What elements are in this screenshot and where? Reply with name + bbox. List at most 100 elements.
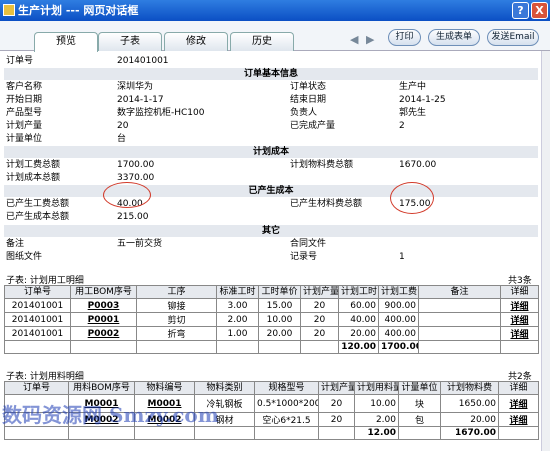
next-arrow-icon[interactable]: ▶ <box>366 33 374 46</box>
cell-plan-qty: 20 <box>300 326 339 341</box>
scrollbar[interactable] <box>541 51 550 451</box>
field-label: 已产生材料费总额 <box>290 199 363 209</box>
cell-note <box>418 298 501 313</box>
cell-plan-cost: 900.00 <box>378 298 419 313</box>
field-value: 2014-1-17 <box>117 95 164 105</box>
field-value: 20 <box>117 121 129 131</box>
cell-process: 铆接 <box>136 298 217 313</box>
info-row: 备注 五一前交货 合同文件 <box>4 238 538 250</box>
field-label: 客户名称 <box>6 82 43 92</box>
send-email-button[interactable]: 发送Email <box>487 29 539 46</box>
field-value: 1670.00 <box>399 160 437 170</box>
field-value: 1 <box>399 252 405 262</box>
print-button[interactable]: 打印 <box>388 29 421 46</box>
cell-plan-hours: 40.00 <box>338 312 379 327</box>
cell-process: 剪切 <box>136 312 217 327</box>
column-header: 计划物料费 <box>440 381 499 395</box>
cell-unit-price: 10.00 <box>258 312 301 327</box>
column-header: 用工BOM序号 <box>70 285 137 299</box>
field-label: 图纸文件 <box>6 252 43 262</box>
section-basic-info: 订单基本信息 <box>4 68 538 80</box>
empty-cell <box>418 340 501 354</box>
generate-form-button[interactable]: 生成表单 <box>428 29 480 46</box>
cell-bom-link[interactable]: P0003 <box>70 298 137 313</box>
column-header: 工序 <box>136 285 217 299</box>
total-hours: 120.00 <box>338 340 379 354</box>
table-row: 201401001 P0001 剪切 2.00 10.00 20 40.00 4… <box>4 312 539 327</box>
cell-std-hours: 2.00 <box>216 312 259 327</box>
info-row: 已产生工费总额 40.00 已产生材料费总额 175.00 <box>4 198 538 210</box>
watermark: 数码资源网 Smzy.com <box>2 403 219 427</box>
cell-material-qty: 2.00 <box>354 412 399 427</box>
column-header: 用料BOM序号 <box>68 381 135 395</box>
info-row: 计划成本总额 3370.00 <box>4 172 538 184</box>
column-header: 订单号 <box>4 285 71 299</box>
tab-edit[interactable]: 修改 <box>164 32 228 51</box>
cell-unit-price: 15.00 <box>258 298 301 313</box>
column-header: 备注 <box>418 285 501 299</box>
cell-bom-link[interactable]: P0002 <box>70 326 137 341</box>
empty-cell <box>70 340 137 354</box>
cell-plan-qty: 20 <box>318 394 355 413</box>
table-header-row: 订单号 用工BOM序号 工序 标准工时 工时单价 计划产量 计划工时 计划工费 … <box>4 285 539 299</box>
cell-plan-qty: 20 <box>300 312 339 327</box>
detail-link[interactable]: 详细 <box>500 298 539 313</box>
info-row: 计划产量 20 已完成产量 2 <box>4 120 538 132</box>
column-header: 计划用料量 <box>354 381 399 395</box>
detail-link[interactable]: 详细 <box>500 326 539 341</box>
cell-order-no: 201401001 <box>4 312 71 327</box>
cell-bom-link[interactable]: P0001 <box>70 312 137 327</box>
empty-cell <box>500 340 539 354</box>
detail-link[interactable]: 详细 <box>500 312 539 327</box>
tab-subtable[interactable]: 子表 <box>98 32 162 51</box>
column-header: 规格型号 <box>254 381 319 395</box>
content-area: 订单号 201401001 订单基本信息 客户名称 深圳华为 订单状态 生产中 … <box>0 51 550 451</box>
cell-plan-qty: 20 <box>318 412 355 427</box>
help-button[interactable]: ? <box>512 2 529 19</box>
column-header: 物料类别 <box>194 381 255 395</box>
detail-link[interactable]: 详细 <box>498 394 539 413</box>
close-button[interactable]: X <box>531 2 548 19</box>
field-label: 计划产量 <box>6 121 43 131</box>
cell-plan-cost: 400.00 <box>378 326 419 341</box>
field-value: 生产中 <box>399 82 427 92</box>
empty-cell <box>68 426 135 440</box>
field-label: 开始日期 <box>6 95 43 105</box>
cell-spec: 空心6*21.5 <box>254 412 319 427</box>
detail-link[interactable]: 详细 <box>498 412 539 427</box>
field-label: 负责人 <box>290 108 318 118</box>
empty-cell <box>194 426 255 440</box>
cell-material-cost: 1650.00 <box>440 394 499 413</box>
info-row: 计划工费总额 1700.00 计划物料费总额 1670.00 <box>4 159 538 171</box>
cell-note <box>418 312 501 327</box>
field-label: 合同文件 <box>290 239 327 249</box>
info-row: 计量单位 台 <box>4 133 538 145</box>
order-no-row: 订单号 201401001 <box>4 55 538 67</box>
tab-preview[interactable]: 预览 <box>34 32 98 52</box>
section-actual-cost: 已产生成本 <box>4 185 538 197</box>
field-label: 计量单位 <box>6 134 43 144</box>
cell-process: 折弯 <box>136 326 217 341</box>
cell-unit: 块 <box>398 394 441 413</box>
prev-arrow-icon[interactable]: ◀ <box>350 33 358 46</box>
empty-cell <box>254 426 319 440</box>
total-cost: 1700.00 <box>378 340 419 354</box>
empty-cell <box>300 340 339 354</box>
field-value: 1700.00 <box>117 160 155 170</box>
labor-table: 订单号 用工BOM序号 工序 标准工时 工时单价 计划产量 计划工时 计划工费 … <box>4 285 539 354</box>
cell-order-no: 201401001 <box>4 298 71 313</box>
empty-cell <box>216 340 259 354</box>
info-row: 已产生成本总额 215.00 <box>4 211 538 223</box>
column-header: 计划工时 <box>338 285 379 299</box>
field-label: 备注 <box>6 239 25 249</box>
column-header: 计量单位 <box>398 381 441 395</box>
tab-history[interactable]: 历史 <box>230 32 294 51</box>
empty-cell <box>4 426 69 440</box>
column-header: 订单号 <box>4 381 69 395</box>
empty-cell <box>134 426 195 440</box>
field-label: 计划物料费总额 <box>290 160 354 170</box>
app-icon <box>3 4 15 16</box>
column-header: 工时单价 <box>258 285 301 299</box>
column-header: 详细 <box>500 285 539 299</box>
cell-material-cost: 20.00 <box>440 412 499 427</box>
